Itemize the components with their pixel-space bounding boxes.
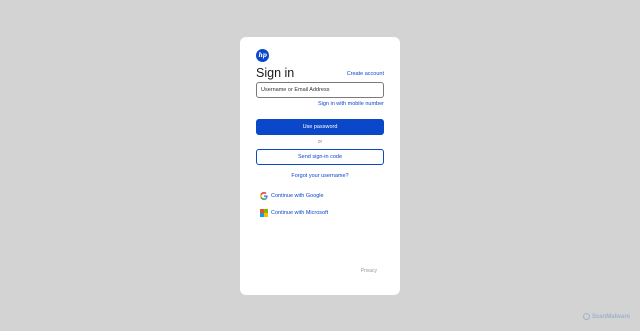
google-signin-label: Continue with Google bbox=[271, 193, 324, 199]
username-field[interactable] bbox=[261, 87, 383, 93]
microsoft-icon bbox=[260, 209, 268, 217]
google-icon bbox=[260, 192, 268, 200]
forgot-username-link[interactable]: Forgot your username? bbox=[240, 173, 400, 179]
or-divider: or bbox=[317, 139, 323, 145]
mobile-signin-link[interactable]: Sign in with mobile number bbox=[318, 101, 384, 107]
google-signin-button[interactable]: Continue with Google bbox=[260, 192, 324, 200]
watermark: ScanMalware bbox=[582, 313, 630, 320]
scanmalware-logo-icon bbox=[582, 313, 590, 320]
use-password-button[interactable]: Use password bbox=[256, 119, 384, 135]
create-account-link[interactable]: Create account bbox=[347, 71, 384, 77]
signin-card: hp Sign in Create account Sign in with m… bbox=[240, 37, 400, 295]
send-code-button[interactable]: Send sign-in code bbox=[256, 149, 384, 165]
page-title: Sign in bbox=[256, 66, 295, 80]
microsoft-signin-button[interactable]: Continue with Microsoft bbox=[260, 209, 328, 217]
logo-text: hp bbox=[258, 52, 267, 59]
microsoft-signin-label: Continue with Microsoft bbox=[271, 210, 329, 216]
username-field-container[interactable] bbox=[256, 82, 384, 98]
watermark-text: ScanMalware bbox=[591, 313, 630, 320]
privacy-link[interactable]: Privacy bbox=[361, 268, 377, 274]
hp-logo-icon: hp bbox=[256, 49, 269, 62]
